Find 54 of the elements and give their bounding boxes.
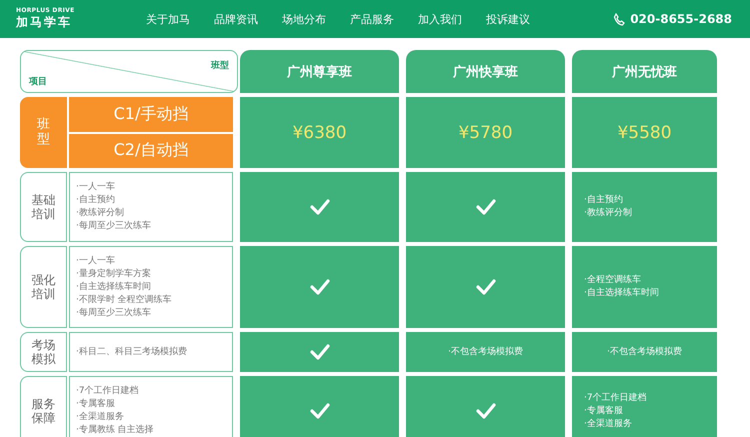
- feature-text: ·全程空调练车: [584, 274, 641, 287]
- feature-text: ·量身定制学车方案: [76, 268, 152, 280]
- feature-text: ·全渠道服务: [584, 418, 632, 430]
- price-cell: ¥5780: [406, 97, 565, 168]
- row-label: 班型: [20, 97, 67, 168]
- feature-text: ·专属教练 自主选择: [76, 424, 155, 437]
- feature-text: ·7个工作日建档: [584, 392, 647, 404]
- row-label: 强化培训: [20, 246, 67, 328]
- feature-text: ·一人一车: [76, 181, 116, 194]
- check-icon: [476, 279, 496, 295]
- nav-link[interactable]: 加入我们: [418, 12, 462, 26]
- feature-text: ·自主选择练车时间: [584, 287, 659, 300]
- corner-label: 项目: [29, 76, 47, 88]
- row-label: 考场模拟: [20, 332, 67, 372]
- license-type-cell: C2/自动挡: [69, 134, 233, 168]
- feature-text: ·每周至少三次练车: [76, 306, 152, 320]
- feature-text: ·全渠道服务: [76, 411, 125, 424]
- feature-text: ·7个工作日建档: [76, 385, 140, 398]
- check-icon: [476, 403, 496, 419]
- phone-icon: [613, 12, 626, 26]
- feature-text: ·不包含考场模拟费: [607, 346, 682, 358]
- feature-text: ·一人一车: [76, 254, 116, 268]
- feature-text: ·教练评分制: [76, 207, 125, 220]
- check-icon: [310, 403, 330, 419]
- check-icon: [310, 279, 330, 295]
- feature-text: ·不限学时 全程空调练车: [76, 294, 173, 306]
- nav-link[interactable]: 场地分布: [282, 12, 326, 26]
- feature-text: ·自主选择练车时间: [76, 280, 152, 294]
- license-type-cell: C1/手动挡: [69, 97, 233, 132]
- plan-header: 广州快享班: [406, 50, 565, 93]
- row-label: 服务保障: [20, 376, 67, 437]
- feature-text: ·教练评分制: [584, 207, 632, 220]
- price-cell: ¥6380: [240, 97, 399, 168]
- feature-text: ·不包含考场模拟费: [448, 346, 523, 358]
- nav-link[interactable]: 产品服务: [350, 12, 394, 26]
- check-icon: [476, 199, 496, 215]
- feature-text: ·每周至少三次练车: [76, 220, 152, 233]
- nav-link[interactable]: 品牌资讯: [214, 12, 258, 26]
- feature-text: ·自主预约: [584, 194, 623, 207]
- check-icon: [310, 344, 330, 360]
- corner-label: 班型: [211, 59, 229, 72]
- feature-text: ·自主预约: [76, 194, 116, 207]
- check-icon: [310, 199, 330, 215]
- nav-link[interactable]: 关于加马: [146, 12, 190, 26]
- feature-text: ·科目二、科目三考场模拟费: [76, 346, 188, 358]
- row-label: 基础培训: [20, 172, 67, 242]
- feature-text: ·专属客服: [584, 404, 623, 418]
- logo-text: 加马学车: [16, 14, 73, 31]
- nav-link[interactable]: 投诉建议: [486, 12, 530, 26]
- plan-header: 广州尊享班: [240, 50, 399, 93]
- price-cell: ¥5580: [572, 97, 717, 168]
- feature-text: ·专属客服: [76, 398, 116, 411]
- plan-header: 广州无忧班: [572, 50, 717, 93]
- phone-number: 020-8655-2688: [630, 12, 732, 26]
